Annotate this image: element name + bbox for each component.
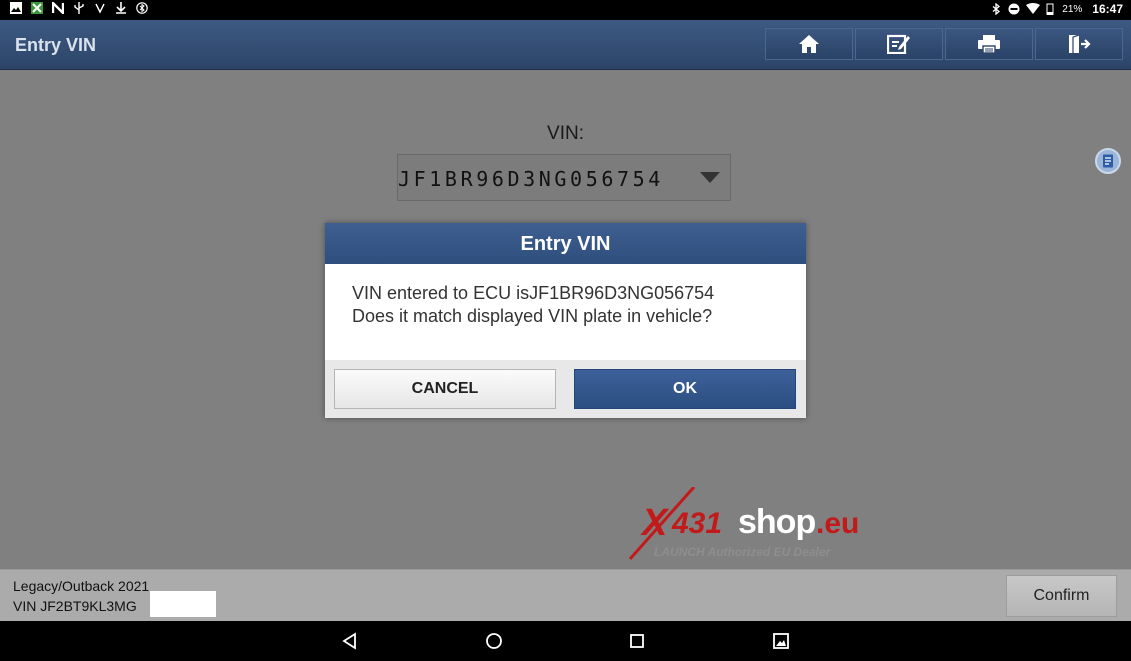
usb-icon xyxy=(73,2,85,14)
logo-431: 431 xyxy=(672,507,723,540)
status-bar: 21% 16:47 xyxy=(0,0,1131,20)
home-nav-button[interactable] xyxy=(484,631,504,651)
gallery-icon xyxy=(10,2,22,14)
dialog-message-line-2: Does it match displayed VIN plate in veh… xyxy=(352,306,713,326)
logo-x: X xyxy=(642,502,668,544)
document-icon xyxy=(1103,154,1113,168)
do-not-disturb-icon xyxy=(1008,3,1020,15)
confirm-button[interactable]: Confirm xyxy=(1006,575,1117,617)
edit-button[interactable] xyxy=(855,28,943,60)
home-button[interactable] xyxy=(765,28,853,60)
bluetooth-icon xyxy=(990,2,1002,16)
vehicle-model: Legacy/Outback 2021 xyxy=(13,578,150,594)
battery-icon xyxy=(1044,3,1056,16)
cancel-button[interactable]: CANCEL xyxy=(334,369,556,409)
usb-debug-icon xyxy=(94,2,106,14)
recents-icon xyxy=(630,634,644,648)
redaction-box xyxy=(150,591,216,617)
vin-selected-value: JF1BR96D3NG056754 xyxy=(398,167,664,191)
recents-button[interactable] xyxy=(627,631,647,651)
wifi-icon xyxy=(1026,3,1041,15)
vehicle-info-bar: Legacy/Outback 2021 VIN JF2BT9KL3MG Conf… xyxy=(0,569,1131,622)
toolbar xyxy=(765,28,1123,60)
ok-button[interactable]: OK xyxy=(574,369,796,409)
screenshot-button[interactable] xyxy=(771,631,791,651)
notification-icons xyxy=(10,0,148,16)
edit-icon xyxy=(887,34,910,54)
dialog-title: Entry VIN xyxy=(325,223,806,264)
app-notification-icon xyxy=(31,2,43,14)
print-icon xyxy=(978,35,1000,54)
dialog-message-line-1: VIN entered to ECU isJF1BR96D3NG056754 xyxy=(352,283,715,303)
home-circle-icon xyxy=(486,633,502,649)
dialog-button-row: CANCEL OK xyxy=(325,360,806,418)
exit-icon xyxy=(1069,34,1091,53)
confirm-vin-dialog: Entry VIN VIN entered to ECU isJF1BR96D3… xyxy=(325,223,806,418)
floating-document-button[interactable] xyxy=(1095,148,1121,174)
n-letter-icon xyxy=(51,0,65,16)
vin-dropdown[interactable]: JF1BR96D3NG056754 xyxy=(397,154,731,201)
battery-percent: 21% xyxy=(1062,3,1083,15)
back-button[interactable] xyxy=(340,631,360,651)
logo-tagline: LAUNCH Authorized EU Dealer xyxy=(654,545,831,559)
vin-label: VIN: xyxy=(547,123,584,144)
home-icon xyxy=(799,35,819,53)
page-title: Entry VIN xyxy=(15,35,97,55)
print-button[interactable] xyxy=(945,28,1033,60)
exit-button[interactable] xyxy=(1035,28,1123,60)
navigation-bar xyxy=(0,621,1131,661)
chevron-down-icon xyxy=(700,172,720,183)
back-icon xyxy=(342,632,356,650)
download-icon xyxy=(115,2,127,14)
vehicle-vin: VIN JF2BT9KL3MG xyxy=(13,598,137,614)
clock: 16:47 xyxy=(1092,2,1123,16)
dialog-message: VIN entered to ECU isJF1BR96D3NG056754 D… xyxy=(325,264,806,360)
logo-shop: shop xyxy=(738,503,816,541)
watermark-logo: X 431 shop .eu LAUNCH Authorized EU Deal… xyxy=(628,487,873,562)
system-icons: 21% 16:47 xyxy=(990,2,1123,16)
screenshot-icon xyxy=(773,633,789,649)
logo-eu: .eu xyxy=(816,507,860,540)
bluetooth-circle-icon xyxy=(136,2,148,14)
app-header: Entry VIN xyxy=(0,20,1131,70)
